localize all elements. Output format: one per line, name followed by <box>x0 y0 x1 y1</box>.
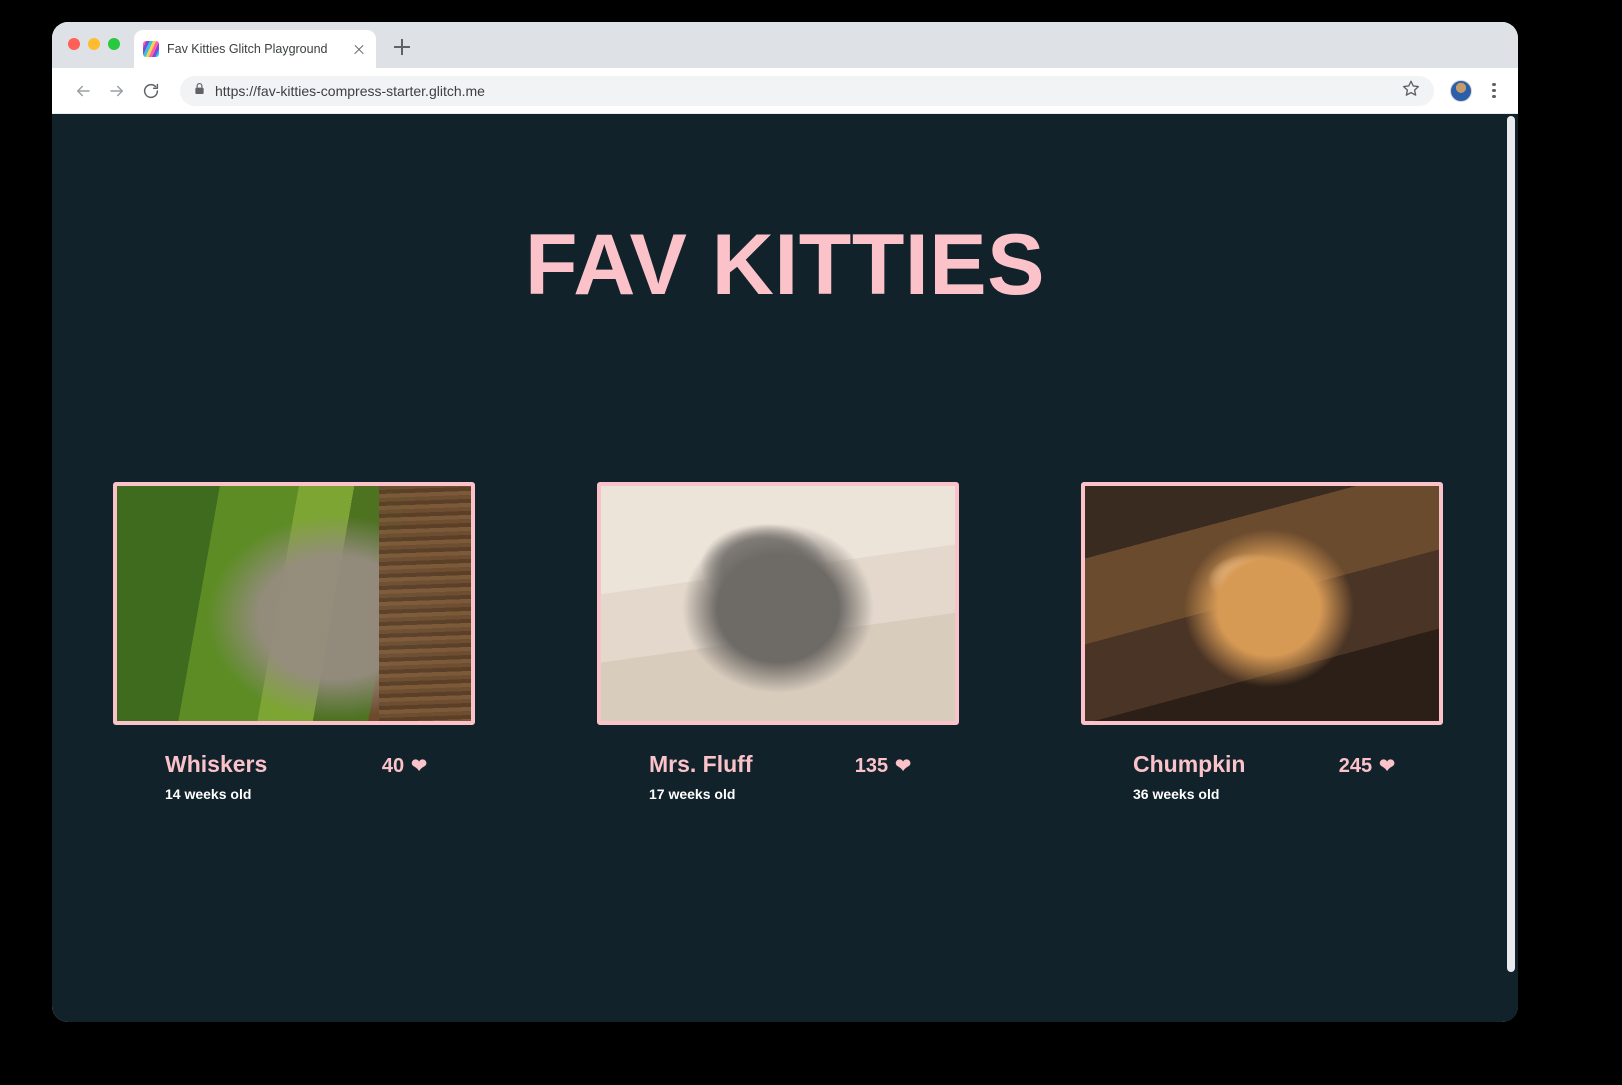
kitty-name: Whiskers <box>165 751 268 777</box>
browser-menu-icon[interactable] <box>1484 79 1504 103</box>
scrollbar-thumb[interactable] <box>1507 116 1515 972</box>
lock-icon <box>194 82 205 100</box>
kitty-card-meta: Chumpkin 245 ❤ <box>1081 751 1443 778</box>
browser-toolbar: https://fav-kitties-compress-starter.gli… <box>52 68 1518 114</box>
kitty-name: Chumpkin <box>1133 751 1246 777</box>
like-counter[interactable]: 135 ❤ <box>855 755 911 778</box>
window-traffic-lights <box>68 38 120 50</box>
address-bar[interactable]: https://fav-kitties-compress-starter.gli… <box>180 75 1434 106</box>
page-scrollbar[interactable] <box>1504 114 1518 1022</box>
url-text: https://fav-kitties-compress-starter.gli… <box>215 82 485 99</box>
page-viewport: FAV KITTIES Whiskers 40 ❤ 14 weeks old M… <box>52 114 1518 1022</box>
like-count: 135 <box>854 755 889 777</box>
tab-strip: Fav Kitties Glitch Playground <box>52 22 1518 68</box>
close-window-button[interactable] <box>68 38 80 50</box>
minimize-window-button[interactable] <box>88 38 100 50</box>
new-tab-button[interactable] <box>390 35 414 59</box>
tab-title: Fav Kitties Glitch Playground <box>167 42 328 56</box>
back-icon[interactable] <box>68 76 98 106</box>
forward-icon[interactable] <box>102 76 132 106</box>
heart-icon: ❤ <box>411 756 427 777</box>
like-counter[interactable]: 245 ❤ <box>1339 755 1395 778</box>
fav-kitties-page: FAV KITTIES Whiskers 40 ❤ 14 weeks old M… <box>52 114 1518 1022</box>
kitty-photo-whiskers[interactable] <box>113 482 475 725</box>
bookmark-star-icon[interactable] <box>1402 79 1420 102</box>
kitty-card: Whiskers 40 ❤ 14 weeks old <box>113 482 475 802</box>
close-tab-icon[interactable] <box>351 41 367 57</box>
kitty-card: Chumpkin 245 ❤ 36 weeks old <box>1081 482 1443 802</box>
reload-icon[interactable] <box>136 76 166 106</box>
maximize-window-button[interactable] <box>108 38 120 50</box>
profile-avatar[interactable] <box>1450 79 1472 102</box>
like-count: 245 <box>1338 755 1373 777</box>
kitty-name: Mrs. Fluff <box>649 751 753 777</box>
heart-icon: ❤ <box>1379 756 1395 777</box>
kitty-card-list: Whiskers 40 ❤ 14 weeks old Mrs. Fluff 13… <box>52 482 1504 802</box>
like-count: 40 <box>381 755 405 777</box>
heart-icon: ❤ <box>895 756 911 777</box>
page-title: FAV KITTIES <box>525 217 1045 313</box>
like-counter[interactable]: 40 ❤ <box>382 755 427 778</box>
kitty-card-meta: Whiskers 40 ❤ <box>113 751 475 778</box>
browser-tab[interactable]: Fav Kitties Glitch Playground <box>134 30 376 68</box>
favicon-icon <box>143 41 159 57</box>
kitty-age: 17 weeks old <box>649 786 736 802</box>
kitty-age: 14 weeks old <box>165 786 252 802</box>
kitty-age: 36 weeks old <box>1133 786 1220 802</box>
kitty-card-meta: Mrs. Fluff 135 ❤ <box>597 751 959 778</box>
kitty-photo-mrs-fluff[interactable] <box>597 482 959 725</box>
kitty-card: Mrs. Fluff 135 ❤ 17 weeks old <box>597 482 959 802</box>
browser-window: Fav Kitties Glitch Playground https://fa… <box>52 22 1518 1022</box>
kitty-photo-chumpkin[interactable] <box>1081 482 1443 725</box>
